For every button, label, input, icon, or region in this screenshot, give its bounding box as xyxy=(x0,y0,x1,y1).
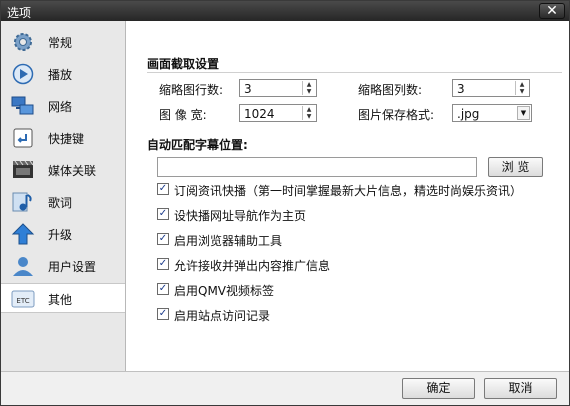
image-width-value: 1024 xyxy=(244,107,275,121)
chevron-down-icon[interactable]: ▼ xyxy=(517,106,530,120)
stepper-down-icon[interactable]: ▼ xyxy=(303,113,315,120)
image-width-stepper[interactable]: 1024 ▲ ▼ xyxy=(239,104,317,122)
subtitle-path-input[interactable] xyxy=(157,157,477,177)
thumb-cols-value: 3 xyxy=(457,82,465,96)
gear-icon xyxy=(11,31,35,53)
sidebar-item-label: 网络 xyxy=(48,100,73,114)
sidebar-item-label: 用户设置 xyxy=(48,260,97,274)
option-label: 设快播网址导航作为主页 xyxy=(174,209,307,223)
thumb-rows-stepper[interactable]: 3 ▲ ▼ xyxy=(239,79,317,97)
sidebar: 常规 播放 网络 快捷键 媒体关联 歌词 升级 用户设置 ETC 其他 xyxy=(1,21,126,371)
browse-button[interactable]: 浏 览 xyxy=(488,157,543,177)
user-icon xyxy=(11,255,35,277)
checkbox[interactable]: ✓ xyxy=(157,258,169,270)
image-format-label: 图片保存格式: xyxy=(358,108,435,122)
sidebar-item-label: 歌词 xyxy=(48,196,73,210)
settings-panel: 画面截取设置 缩略图行数: 3 ▲ ▼ 缩略图列数: 3 ▲ ▼ 图 像 宽: 10… xyxy=(127,21,569,371)
screenshot-section-title: 画面截取设置 xyxy=(147,57,220,71)
svg-text:ETC: ETC xyxy=(16,297,29,305)
film-icon xyxy=(11,159,35,181)
thumb-rows-label: 缩略图行数: xyxy=(159,83,224,97)
checkbox[interactable]: ✓ xyxy=(157,183,169,195)
sidebar-item-label: 播放 xyxy=(48,68,73,82)
sidebar-item-media-association[interactable]: 媒体关联 xyxy=(1,155,125,185)
thumb-cols-stepper[interactable]: 3 ▲ ▼ xyxy=(452,79,530,97)
option-label: 启用浏览器辅助工具 xyxy=(174,234,283,248)
sidebar-item-other[interactable]: ETC 其他 xyxy=(1,283,125,313)
option-label: 允许接收并弹出内容推广信息 xyxy=(174,259,331,273)
stepper-down-icon[interactable]: ▼ xyxy=(516,88,528,95)
window-title: 选项 xyxy=(7,6,32,20)
options-dialog: 选项 ✕ 常规 播放 网络 快捷键 媒体关联 歌词 升级 用户设置 ETC 其他… xyxy=(0,0,570,406)
sidebar-item-label: 快捷键 xyxy=(48,132,85,146)
upgrade-arrow-icon xyxy=(11,223,35,245)
title-bar: 选项 ✕ xyxy=(1,1,569,21)
stepper-down-icon[interactable]: ▼ xyxy=(303,88,315,95)
image-format-select[interactable]: .jpg ▼ xyxy=(452,104,532,122)
sidebar-item-network[interactable]: 网络 xyxy=(1,91,125,121)
stepper-arrows[interactable]: ▲ ▼ xyxy=(515,81,528,95)
sidebar-item-label: 媒体关联 xyxy=(48,164,97,178)
music-note-icon xyxy=(11,191,35,213)
sidebar-item-label: 升级 xyxy=(48,228,73,242)
dialog-footer: 确定 取消 xyxy=(1,371,569,405)
stepper-up-icon[interactable]: ▲ xyxy=(303,106,315,113)
shortcut-key-icon xyxy=(11,127,35,149)
sidebar-item-play[interactable]: 播放 xyxy=(1,59,125,89)
stepper-arrows[interactable]: ▲ ▼ xyxy=(302,106,315,120)
sidebar-item-shortcuts[interactable]: 快捷键 xyxy=(1,123,125,153)
cancel-button[interactable]: 取消 xyxy=(484,378,557,399)
sidebar-item-general[interactable]: 常规 xyxy=(1,27,125,57)
image-format-value: .jpg xyxy=(457,107,480,121)
option-label: 启用站点访问记录 xyxy=(174,309,271,323)
section-divider xyxy=(147,72,562,73)
checkbox[interactable]: ✓ xyxy=(157,283,169,295)
thumb-cols-label: 缩略图列数: xyxy=(358,83,423,97)
option-label: 订阅资讯快播（第一时间掌握最新大片信息，精选时尚娱乐资讯） xyxy=(174,184,523,198)
thumb-rows-value: 3 xyxy=(244,82,252,96)
sidebar-item-lyrics[interactable]: 歌词 xyxy=(1,187,125,217)
play-icon xyxy=(11,63,35,85)
etc-icon: ETC xyxy=(11,288,35,310)
sidebar-item-user-settings[interactable]: 用户设置 xyxy=(1,251,125,281)
stepper-up-icon[interactable]: ▲ xyxy=(516,81,528,88)
close-button[interactable]: ✕ xyxy=(539,3,565,19)
checkbox[interactable]: ✓ xyxy=(157,233,169,245)
stepper-arrows[interactable]: ▲ ▼ xyxy=(302,81,315,95)
sidebar-item-label: 常规 xyxy=(48,36,73,50)
option-label: 启用QMV视频标签 xyxy=(174,284,275,298)
sidebar-item-upgrade[interactable]: 升级 xyxy=(1,219,125,249)
network-icon xyxy=(11,95,35,117)
sidebar-item-label: 其他 xyxy=(48,293,73,307)
image-width-label: 图 像 宽: xyxy=(159,108,207,122)
ok-button[interactable]: 确定 xyxy=(402,378,475,399)
checkbox[interactable]: ✓ xyxy=(157,208,169,220)
subtitle-section-title: 自动匹配字幕位置: xyxy=(147,138,248,152)
stepper-up-icon[interactable]: ▲ xyxy=(303,81,315,88)
checkbox[interactable]: ✓ xyxy=(157,308,169,320)
